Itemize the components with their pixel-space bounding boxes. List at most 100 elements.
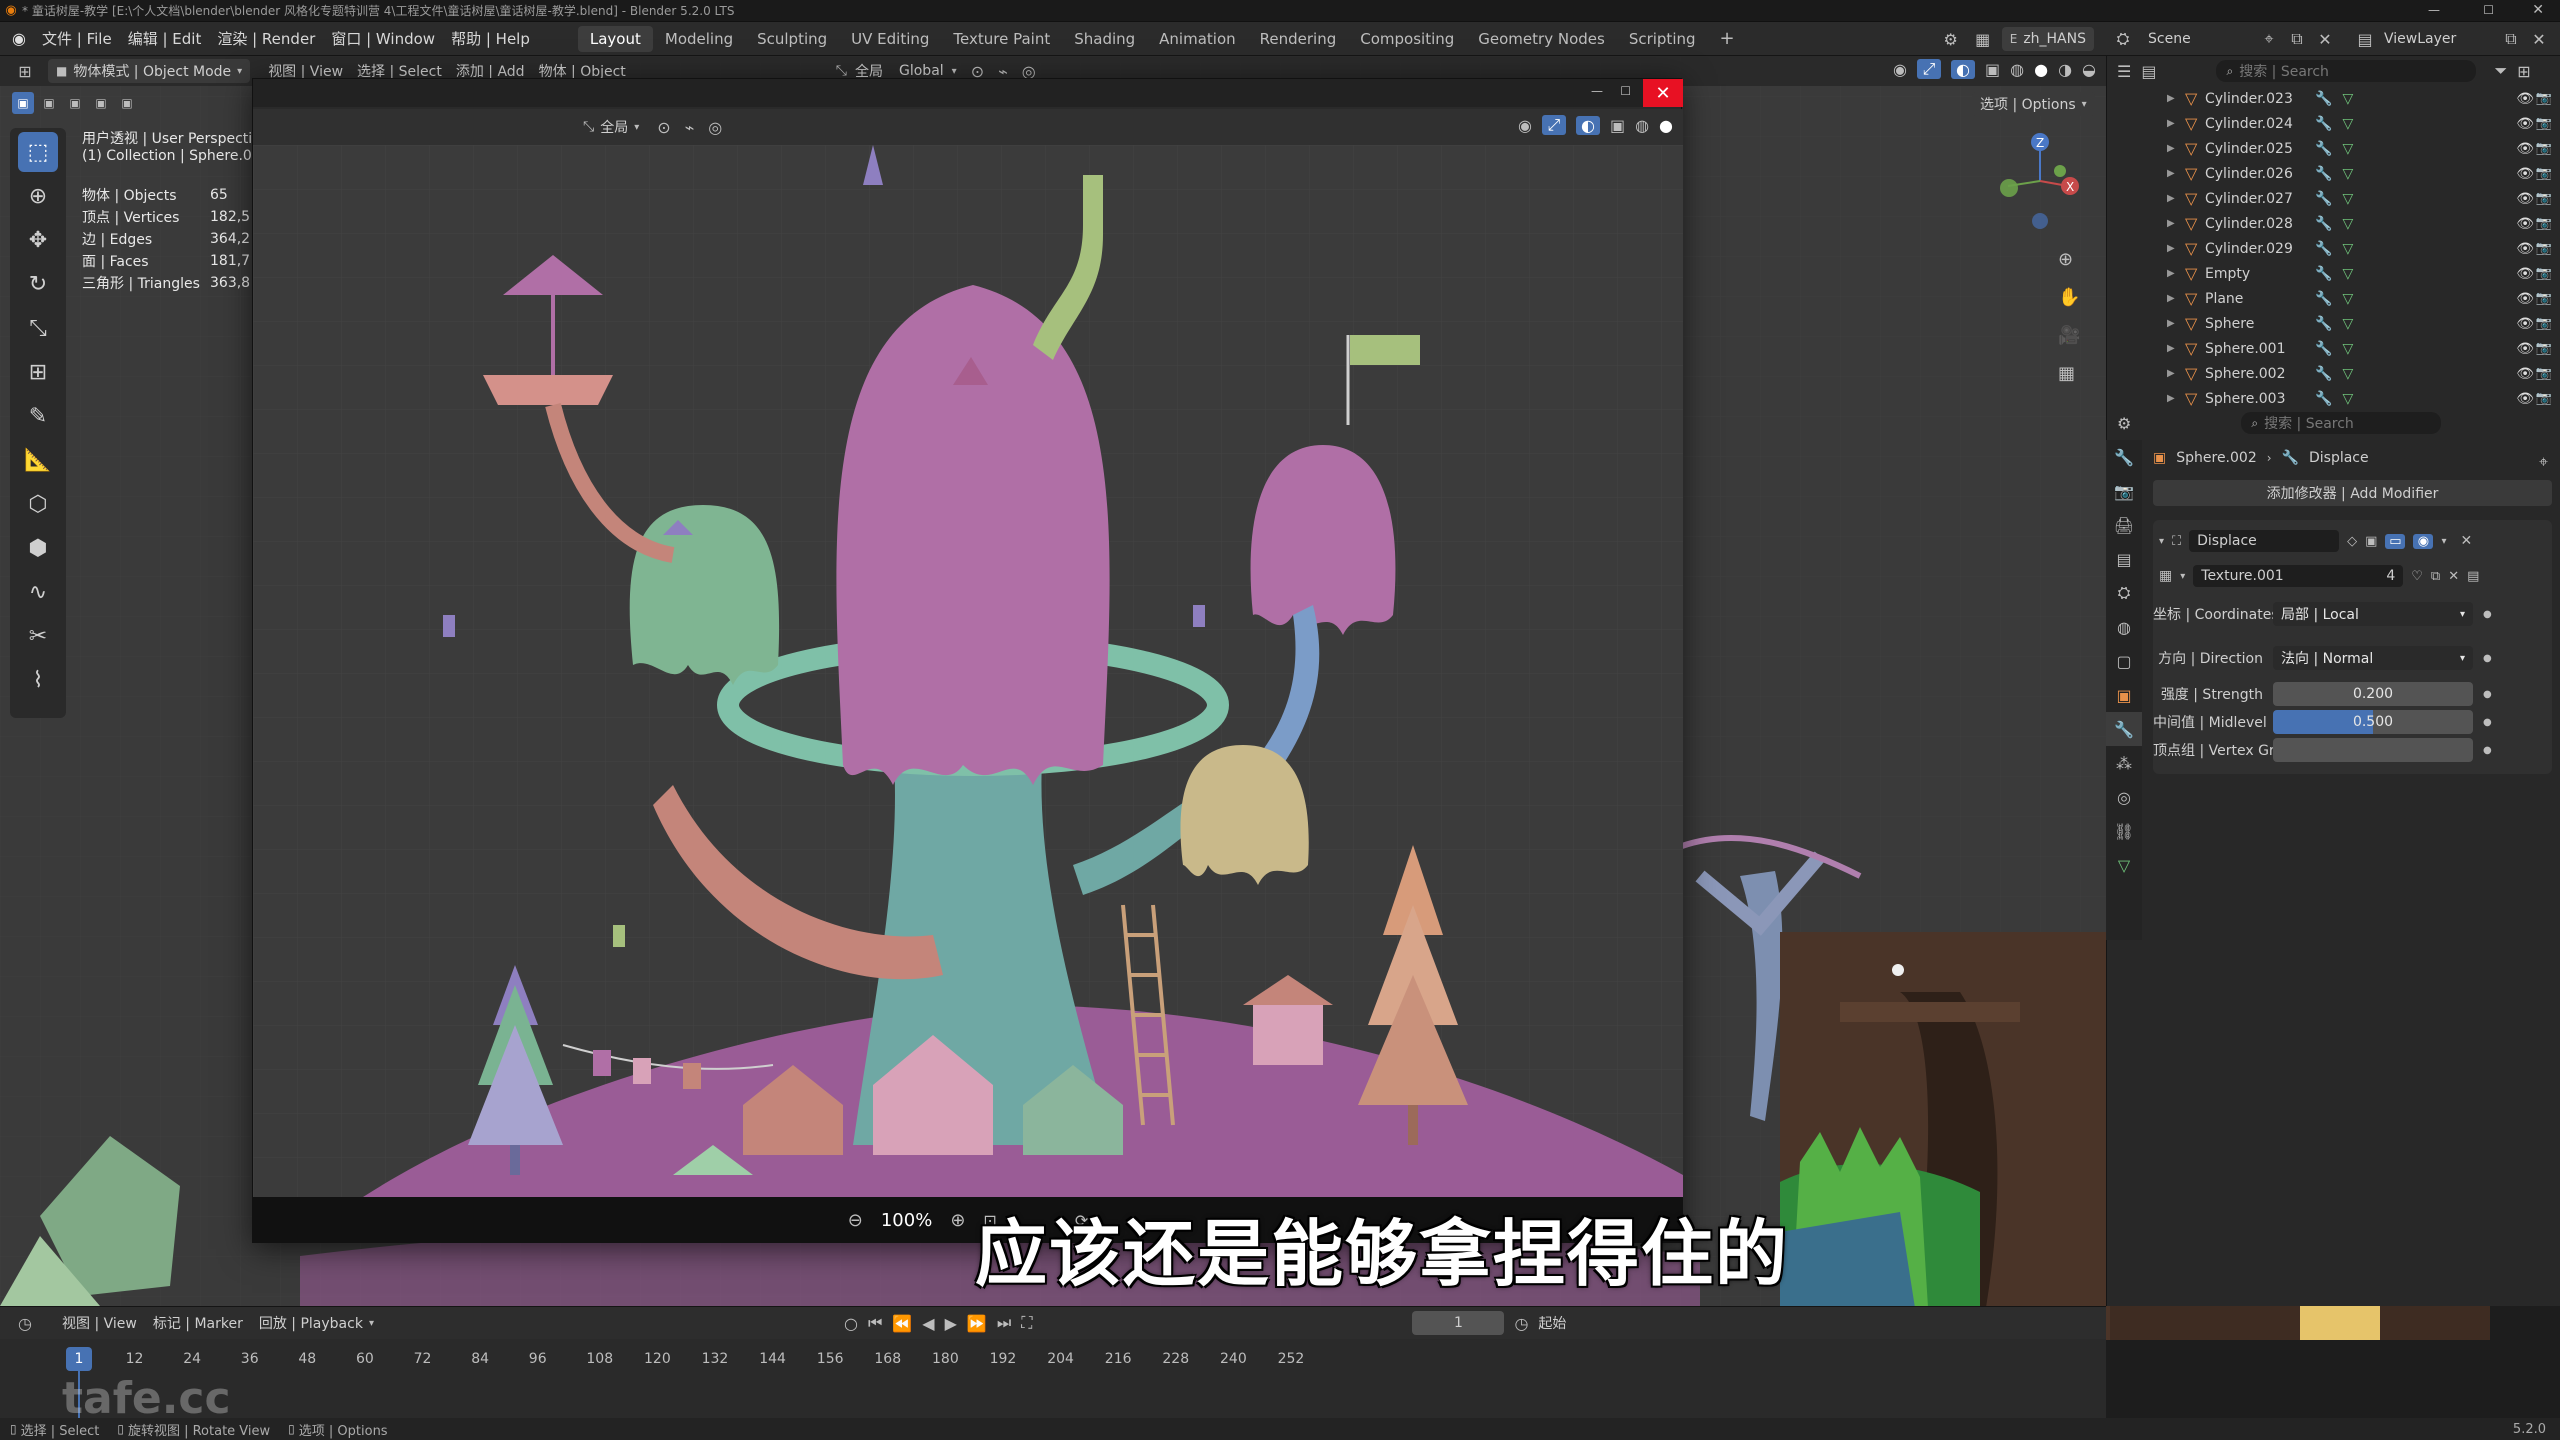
knife-tool[interactable]: ✂ bbox=[18, 616, 58, 656]
remove-modifier-icon[interactable]: ✕ bbox=[2460, 533, 2472, 549]
outliner-item[interactable]: ▶ ▽ Cylinder.025 🔧 ▽ 👁 📷 bbox=[2107, 136, 2560, 161]
playhead[interactable]: 1 bbox=[66, 1347, 92, 1371]
xray-icon[interactable]: ▣ bbox=[1985, 60, 2000, 79]
data-tab-icon[interactable]: ▽ bbox=[2106, 848, 2142, 882]
select-intersect-icon[interactable]: ▣ bbox=[116, 92, 138, 114]
timeline-menu-playback[interactable]: 回放 | Playback bbox=[259, 1313, 363, 1333]
edit-mode-toggle-icon[interactable]: ◇ bbox=[2347, 534, 2357, 549]
view-layer-selector[interactable]: ViewLayer bbox=[2384, 27, 2494, 51]
maximize-icon[interactable]: ☐ bbox=[2483, 3, 2494, 17]
camera-view-icon[interactable]: 🎥 bbox=[2058, 316, 2080, 354]
modifier-icon[interactable]: 🔧 bbox=[2315, 191, 2332, 207]
outliner-item[interactable]: ▶ ▽ Cylinder.027 🔧 ▽ 👁 📷 bbox=[2107, 186, 2560, 211]
tab-uv-editing[interactable]: UV Editing bbox=[839, 26, 941, 52]
mesh-data-icon[interactable]: ▽ bbox=[2342, 116, 2353, 132]
mesh-data-icon[interactable]: ▽ bbox=[2342, 166, 2353, 182]
visibility-icon[interactable]: ◉ bbox=[1893, 60, 1907, 79]
pan-hand-icon[interactable]: ✋ bbox=[2058, 278, 2080, 316]
texture-icon[interactable]: ▦ bbox=[2159, 568, 2172, 584]
modifier-icon[interactable]: 🔧 bbox=[2315, 166, 2332, 182]
select-new-icon[interactable]: ▣ bbox=[12, 92, 34, 114]
view-layer-tab-icon[interactable]: ▤ bbox=[2106, 542, 2142, 576]
new-view-layer-icon[interactable]: ⧉ bbox=[2500, 29, 2522, 49]
wireframe-shading-icon[interactable]: ◍ bbox=[1635, 116, 1649, 135]
camera-icon[interactable]: 📷 bbox=[2536, 266, 2552, 281]
editor-type-icon[interactable]: ◷ bbox=[8, 1314, 42, 1333]
remove-scene-icon[interactable]: ✕ bbox=[2314, 30, 2336, 49]
timeline-ruler[interactable]: 12 24 36 48 60 72 84 96 108 120 132 144 156 168 180 192… bbox=[0, 1347, 2106, 1371]
select-subtract-icon[interactable]: ▣ bbox=[64, 92, 86, 114]
navigation-gizmo[interactable]: Z X bbox=[1990, 126, 2090, 236]
poly-build-tool[interactable]: ⌇ bbox=[18, 660, 58, 700]
zoom-icon[interactable]: ⊕ bbox=[2058, 240, 2073, 278]
scene-tab-icon[interactable]: ⛭ bbox=[2106, 576, 2142, 610]
texture-properties-icon[interactable]: ▤ bbox=[2467, 569, 2479, 584]
tab-animation[interactable]: Animation bbox=[1147, 26, 1247, 52]
eye-icon[interactable]: 👁 bbox=[2516, 391, 2534, 407]
unlink-texture-icon[interactable]: ✕ bbox=[2448, 569, 2459, 584]
outliner-item[interactable]: ▶ ▽ Sphere 🔧 ▽ 👁 📷 bbox=[2107, 311, 2560, 336]
camera-icon[interactable]: 📷 bbox=[2536, 291, 2552, 306]
cursor-tool[interactable]: ⊕ bbox=[18, 176, 58, 216]
mesh-data-icon[interactable]: ▽ bbox=[2342, 391, 2353, 407]
timeline-menu-view[interactable]: 视图 | View bbox=[62, 1313, 137, 1333]
mesh-data-icon[interactable]: ▽ bbox=[2342, 241, 2353, 257]
modifier-icon[interactable]: 🔧 bbox=[2315, 366, 2332, 382]
pin-icon[interactable]: ⌖ bbox=[2539, 452, 2548, 472]
modifier-icon[interactable]: 🔧 bbox=[2315, 116, 2332, 132]
camera-icon[interactable]: 📷 bbox=[2536, 341, 2552, 356]
menu-file[interactable]: 文件 | File bbox=[34, 28, 120, 49]
filter-icon[interactable]: ⏷ bbox=[2494, 61, 2507, 81]
camera-icon[interactable]: 📷 bbox=[2536, 366, 2552, 381]
render-window-titlebar[interactable]: — ☐ ✕ bbox=[253, 79, 1683, 107]
properties-search-input[interactable]: ⌕ 搜索 | Search bbox=[2241, 412, 2442, 434]
tab-geometry-nodes[interactable]: Geometry Nodes bbox=[1466, 26, 1617, 52]
file-icon[interactable]: ▦ bbox=[1970, 30, 1996, 49]
field-value[interactable] bbox=[2273, 738, 2473, 762]
add-cube-tool[interactable]: ⬡ bbox=[18, 484, 58, 524]
visibility-icon[interactable]: ◉ bbox=[1518, 116, 1532, 135]
modifier-icon[interactable]: 🔧 bbox=[2315, 391, 2332, 407]
render-orientation[interactable]: ⤡ 全局 ▾ bbox=[583, 117, 639, 137]
language-selector[interactable]: E zh_HANS bbox=[2001, 27, 2094, 51]
move-tool[interactable]: ✥ bbox=[18, 220, 58, 260]
remove-view-layer-icon[interactable]: ✕ bbox=[2528, 30, 2550, 49]
camera-icon[interactable]: 📷 bbox=[2536, 166, 2552, 181]
extrude-tool[interactable]: ⬢ bbox=[18, 528, 58, 568]
expand-arrow-icon[interactable]: ▶ bbox=[2167, 93, 2175, 104]
editor-type-icon[interactable]: ⊞ bbox=[8, 62, 42, 81]
scene-icon[interactable]: ⛭ bbox=[2110, 29, 2136, 49]
clock-icon[interactable]: ◷ bbox=[1514, 1314, 1528, 1333]
collection-tab-icon[interactable]: ▢ bbox=[2106, 644, 2142, 678]
mesh-data-icon[interactable]: ▽ bbox=[2342, 291, 2353, 307]
mode-selector[interactable]: ■ 物体模式 | Object Mode ▾ bbox=[48, 59, 251, 83]
close-icon[interactable]: ✕ bbox=[2532, 2, 2544, 18]
expand-arrow-icon[interactable]: ▶ bbox=[2167, 293, 2175, 304]
jump-end-icon[interactable]: ⏭ bbox=[997, 1313, 1011, 1333]
outliner-item[interactable]: ▶ ▽ Sphere.002 🔧 ▽ 👁 📷 bbox=[2107, 361, 2560, 386]
camera-icon[interactable]: 📷 bbox=[2536, 316, 2552, 331]
constraints-tab-icon[interactable]: ⛓ bbox=[2106, 814, 2142, 848]
keyframe-dot-icon[interactable]: ● bbox=[2483, 717, 2492, 728]
keyframe-dot-icon[interactable]: ● bbox=[2483, 609, 2492, 620]
eye-icon[interactable]: 👁 bbox=[2516, 116, 2534, 132]
material-shading-icon[interactable]: ◑ bbox=[2058, 60, 2072, 79]
play-reverse-icon[interactable]: ◀ bbox=[922, 1314, 934, 1333]
overlay-icon[interactable]: ◐ bbox=[1951, 59, 1975, 79]
tab-sculpting[interactable]: Sculpting bbox=[745, 26, 839, 52]
mesh-data-icon[interactable]: ▽ bbox=[2342, 341, 2353, 357]
eye-icon[interactable]: 👁 bbox=[2516, 366, 2534, 382]
eye-icon[interactable]: 👁 bbox=[2516, 341, 2534, 357]
pivot-icon[interactable]: ⊙ bbox=[657, 118, 670, 137]
rendered-shading-icon[interactable]: ◒ bbox=[2082, 60, 2096, 79]
viewport-options-button[interactable]: 选项 | Options ▾ bbox=[1972, 92, 2095, 116]
eye-icon[interactable]: 👁 bbox=[2516, 141, 2534, 157]
render-preview-window[interactable]: — ☐ ✕ ⤡ 全局 ▾ ⊙ ⌁ ◎ ◉ ⤢ ◐ ▣ ◍ ● ⊖ 100% ⊕ … bbox=[252, 78, 1683, 1243]
pin-icon[interactable]: ⌖ bbox=[2258, 29, 2280, 49]
physics-tab-icon[interactable]: ◎ bbox=[2106, 780, 2142, 814]
mesh-data-icon[interactable]: ▽ bbox=[2342, 191, 2353, 207]
measure-tool[interactable]: 📐 bbox=[18, 440, 58, 480]
mesh-data-icon[interactable]: ▽ bbox=[2342, 216, 2353, 232]
auto-key-icon[interactable]: ○ bbox=[844, 1314, 858, 1333]
expand-arrow-icon[interactable]: ▶ bbox=[2167, 318, 2175, 329]
